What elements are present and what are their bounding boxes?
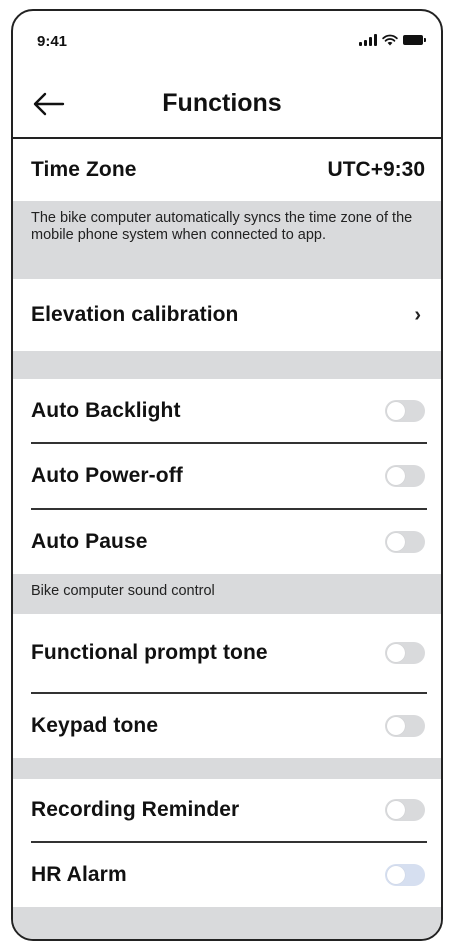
toggle-row-hr-alarm: HR Alarm <box>13 843 441 907</box>
sound-section-caption: Bike computer sound control <box>31 583 215 599</box>
functional-prompt-tone-label: Functional prompt tone <box>31 641 268 664</box>
recording-reminder-label: Recording Reminder <box>31 798 240 821</box>
toggle-row-functional-prompt-tone: Functional prompt tone <box>13 614 441 692</box>
status-icons <box>359 33 426 47</box>
recording-reminder-toggle[interactable] <box>385 799 425 821</box>
section-spacer <box>13 758 441 779</box>
phone-screen: 9:41 Functions Time Zone UTC+9:30 The bi… <box>11 9 443 941</box>
status-bar: 9:41 <box>13 11 441 67</box>
time-zone-label: Time Zone <box>31 158 137 181</box>
toggle-knob <box>387 644 405 662</box>
toggle-row-auto-backlight: Auto Backlight <box>13 379 441 442</box>
time-zone-note-section: The bike computer automatically syncs th… <box>13 201 441 279</box>
toggle-row-keypad-tone: Keypad tone <box>13 694 441 758</box>
wifi-icon <box>382 34 398 46</box>
toggle-knob <box>387 801 405 819</box>
bottom-spacer <box>13 907 441 939</box>
auto-pause-label: Auto Pause <box>31 530 148 553</box>
toggle-knob <box>387 717 405 735</box>
elevation-calibration-row[interactable]: Elevation calibration › <box>13 279 441 351</box>
toggle-row-auto-power-off: Auto Power-off <box>13 444 441 508</box>
toggle-row-recording-reminder: Recording Reminder <box>13 779 441 841</box>
page-title: Functions <box>162 89 282 117</box>
toggle-knob <box>387 401 405 420</box>
time-zone-value: UTC+9:30 <box>327 158 425 181</box>
time-zone-row: Time Zone UTC+9:30 <box>13 139 441 201</box>
toggle-knob <box>387 533 405 551</box>
toggle-knob <box>387 866 405 884</box>
keypad-tone-toggle[interactable] <box>385 715 425 737</box>
cellular-signal-icon <box>359 34 377 46</box>
toggle-knob <box>387 467 405 485</box>
chevron-right-icon: › <box>414 303 421 326</box>
elevation-calibration-label: Elevation calibration <box>31 303 239 326</box>
time-zone-note: The bike computer automatically syncs th… <box>31 210 413 243</box>
hr-alarm-toggle[interactable] <box>385 864 425 886</box>
battery-icon <box>403 35 426 45</box>
auto-backlight-toggle[interactable] <box>385 399 425 422</box>
auto-power-off-label: Auto Power-off <box>31 464 183 487</box>
functional-prompt-tone-toggle[interactable] <box>385 642 425 664</box>
auto-pause-toggle[interactable] <box>385 531 425 553</box>
nav-bar: Functions <box>13 75 441 133</box>
hr-alarm-label: HR Alarm <box>31 863 127 886</box>
auto-backlight-label: Auto Backlight <box>31 398 181 422</box>
keypad-tone-label: Keypad tone <box>31 714 159 737</box>
section-spacer <box>13 351 441 379</box>
sound-section-header: Bike computer sound control <box>13 574 441 614</box>
status-time: 9:41 <box>37 33 68 50</box>
auto-power-off-toggle[interactable] <box>385 465 425 487</box>
toggle-row-auto-pause: Auto Pause <box>13 510 441 574</box>
